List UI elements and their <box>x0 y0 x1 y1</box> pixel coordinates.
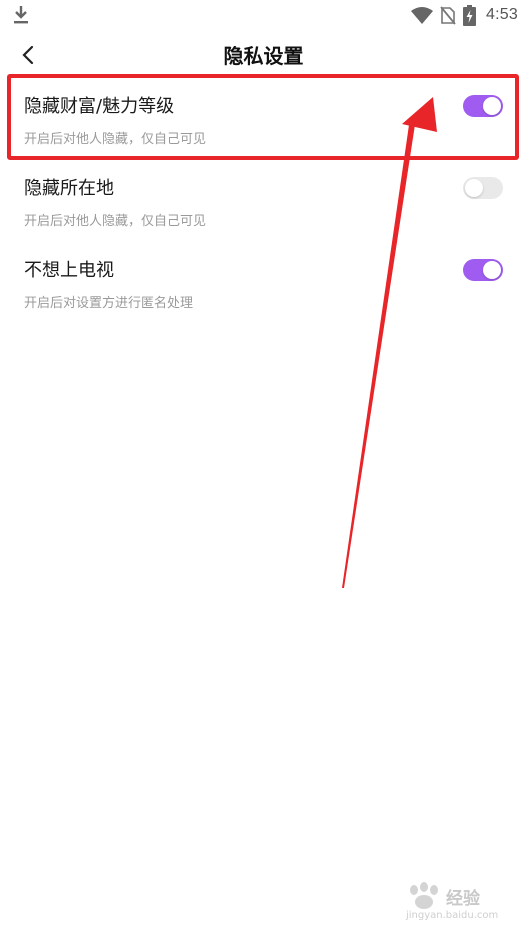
setting-title: 不想上电视 <box>24 260 114 281</box>
setting-row-hide-wealth-level: 隐藏财富/魅力等级 开启后对他人隐藏，仅自己可见 <box>0 78 527 158</box>
battery-icon <box>463 5 476 26</box>
setting-description: 开启后对设置方进行匿名处理 <box>24 296 194 311</box>
watermark-url: jingyan.baidu.com <box>406 910 499 921</box>
setting-title: 隐藏财富/魅力等级 <box>24 96 175 117</box>
page-title: 隐私设置 <box>223 44 304 68</box>
toggle-knob <box>483 97 501 115</box>
no-tv-toggle[interactable] <box>463 259 503 281</box>
app-bar: 隐私设置 <box>0 32 527 76</box>
hide-wealth-level-toggle[interactable] <box>463 95 503 117</box>
no-sim-icon <box>440 6 456 25</box>
setting-title: 隐藏所在地 <box>24 178 114 199</box>
baidu-watermark: 经验 jingyan.baidu.com <box>404 882 504 928</box>
toggle-knob <box>483 261 501 279</box>
wifi-icon <box>411 7 433 24</box>
toggle-knob <box>465 179 483 197</box>
setting-row-no-tv: 不想上电视 开启后对设置方进行匿名处理 <box>0 242 527 322</box>
setting-row-hide-location: 隐藏所在地 开启后对他人隐藏，仅自己可见 <box>0 160 527 240</box>
watermark-brand: 经验 <box>446 889 480 909</box>
hide-location-toggle[interactable] <box>463 177 503 199</box>
paw-logo-icon <box>410 882 438 909</box>
download-icon <box>14 6 28 24</box>
status-bar: 4:53 <box>0 0 527 32</box>
clock-time: 4:53 <box>486 6 518 23</box>
setting-description: 开启后对他人隐藏，仅自己可见 <box>24 214 207 229</box>
setting-description: 开启后对他人隐藏，仅自己可见 <box>24 132 207 147</box>
